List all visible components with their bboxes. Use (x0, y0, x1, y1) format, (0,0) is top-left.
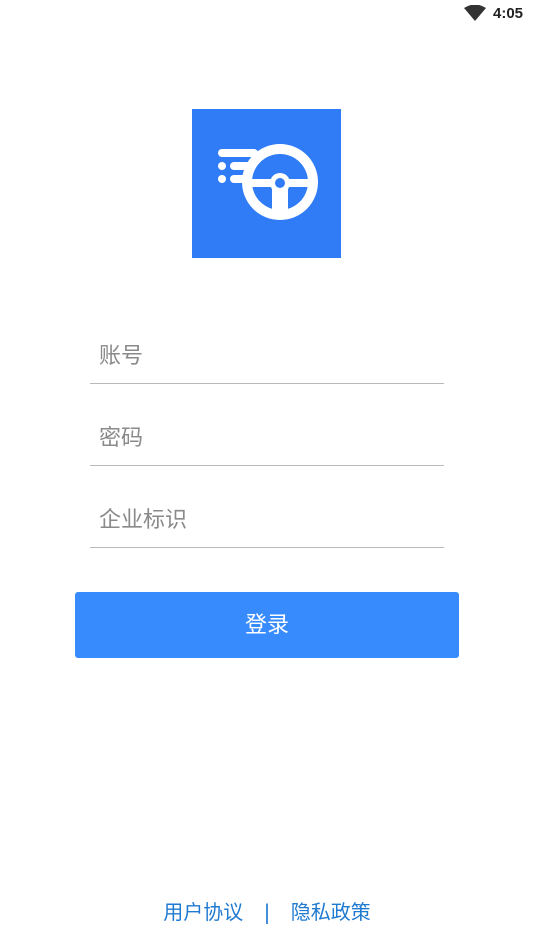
login-button[interactable]: 登录 (75, 592, 459, 658)
steering-wheel-icon (218, 144, 318, 220)
password-field (90, 407, 444, 466)
footer-separator: | (263, 900, 271, 924)
user-agreement-link[interactable]: 用户协议 (163, 896, 243, 925)
wifi-icon (464, 5, 486, 21)
enterprise-id-field (90, 489, 444, 548)
account-input[interactable] (97, 335, 441, 377)
app-logo (192, 109, 341, 258)
password-input[interactable] (97, 417, 441, 459)
clock: 4:05 (493, 5, 524, 22)
privacy-policy-link[interactable]: 隐私政策 (291, 896, 371, 925)
footer-links: 用户协议 | 隐私政策 (0, 896, 534, 925)
enterprise-id-input[interactable] (97, 499, 441, 541)
status-bar: 4:05 (0, 0, 534, 30)
account-field (90, 325, 444, 384)
